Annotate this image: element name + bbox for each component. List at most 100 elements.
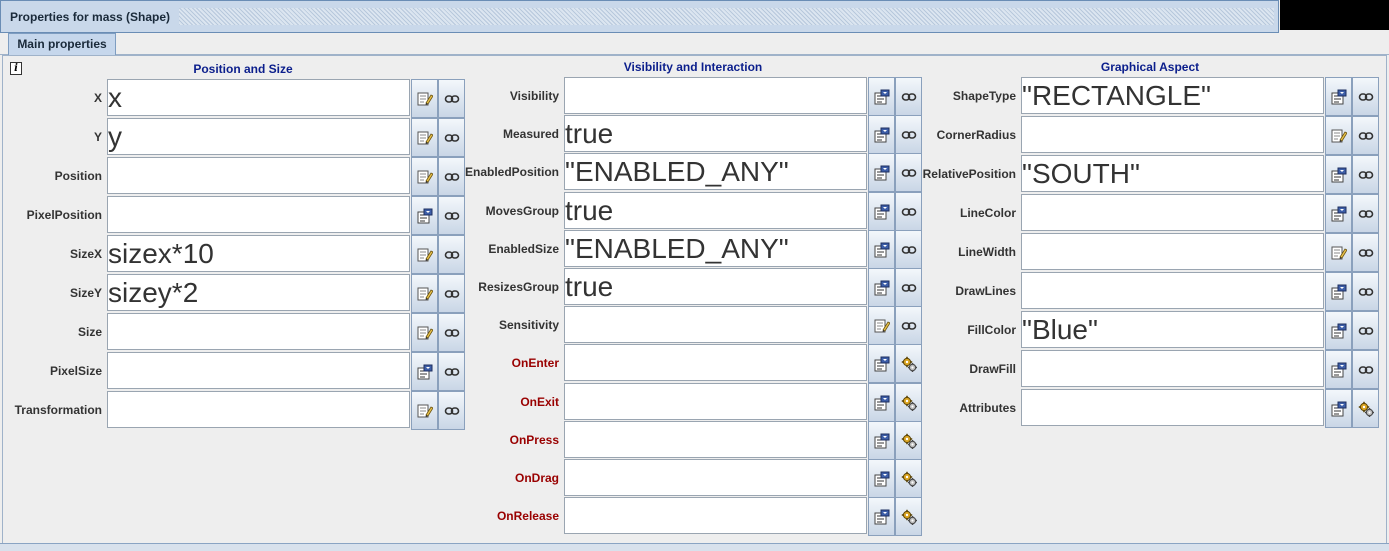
title-bar[interactable]: Properties for mass (Shape): [0, 0, 1279, 33]
property-field-ondrag[interactable]: [564, 459, 867, 496]
position-link-button[interactable]: [438, 157, 465, 196]
property-field-movesgroup[interactable]: true: [564, 192, 867, 229]
property-field-position[interactable]: [107, 157, 410, 194]
onpress-edit-button[interactable]: [868, 421, 895, 460]
onrelease-action-button[interactable]: [895, 497, 922, 536]
linewidth-link-button[interactable]: [1352, 233, 1379, 272]
onexit-edit-button[interactable]: [868, 383, 895, 422]
property-field-onenter[interactable]: [564, 344, 867, 381]
property-field-x[interactable]: x: [107, 79, 410, 116]
shapetype-edit-button[interactable]: [1325, 77, 1352, 116]
property-field-enabledposition[interactable]: "ENABLED_ANY": [564, 153, 867, 190]
property-field-sizey[interactable]: sizey*2: [107, 274, 410, 311]
drawfill-link-button[interactable]: [1352, 350, 1379, 389]
y-link-button[interactable]: [438, 118, 465, 157]
property-field-onrelease[interactable]: [564, 497, 867, 534]
transformation-link-button[interactable]: [438, 391, 465, 430]
bottom-border: [0, 543, 1389, 551]
visibility-link-button[interactable]: [895, 77, 922, 116]
transformation-edit-button[interactable]: [411, 391, 438, 430]
cornerradius-link-button[interactable]: [1352, 116, 1379, 155]
pixelsize-edit-button[interactable]: [411, 352, 438, 391]
relativeposition-edit-button[interactable]: [1325, 155, 1352, 194]
property-field-measured[interactable]: true: [564, 115, 867, 152]
enabledposition-edit-button[interactable]: [868, 153, 895, 192]
linecolor-link-button[interactable]: [1352, 194, 1379, 233]
onexit-action-button[interactable]: [895, 383, 922, 422]
property-field-fillcolor[interactable]: "Blue": [1021, 311, 1324, 348]
property-field-enabledsize[interactable]: "ENABLED_ANY": [564, 230, 867, 267]
sizey-edit-button[interactable]: [411, 274, 438, 313]
property-field-attributes[interactable]: [1021, 389, 1324, 426]
shapetype-link-button[interactable]: [1352, 77, 1379, 116]
property-field-pixelsize[interactable]: [107, 352, 410, 389]
property-field-onexit[interactable]: [564, 383, 867, 420]
onrelease-edit-button[interactable]: [868, 497, 895, 536]
property-field-transformation[interactable]: [107, 391, 410, 428]
sizey-link-button[interactable]: [438, 274, 465, 313]
visibility-edit-button[interactable]: [868, 77, 895, 116]
cornerradius-edit-button[interactable]: [1325, 116, 1352, 155]
property-field-linecolor[interactable]: [1021, 194, 1324, 231]
size-link-button[interactable]: [438, 313, 465, 352]
property-field-drawfill[interactable]: [1021, 350, 1324, 387]
y-edit-button[interactable]: [411, 118, 438, 157]
property-field-resizesgroup[interactable]: true: [564, 268, 867, 305]
onpress-action-button[interactable]: [895, 421, 922, 460]
x-link-button[interactable]: [438, 79, 465, 118]
property-label-pixelposition: PixelPosition: [26, 208, 102, 222]
property-label-ondrag: OnDrag: [514, 471, 559, 485]
tab-strip: [0, 33, 1389, 55]
linewidth-edit-button[interactable]: [1325, 233, 1352, 272]
resizesgroup-edit-button[interactable]: [868, 268, 895, 307]
relativeposition-link-button[interactable]: [1352, 155, 1379, 194]
property-field-pixelposition[interactable]: [107, 196, 410, 233]
property-field-sizex[interactable]: sizex*10: [107, 235, 410, 272]
property-field-size[interactable]: [107, 313, 410, 350]
property-field-cornerradius[interactable]: [1021, 116, 1324, 153]
drawlines-link-button[interactable]: [1352, 272, 1379, 311]
fillcolor-link-button[interactable]: [1352, 311, 1379, 350]
attributes-action-button[interactable]: [1352, 389, 1379, 428]
property-field-visibility[interactable]: [564, 77, 867, 114]
onenter-edit-button[interactable]: [868, 344, 895, 383]
info-icon[interactable]: i: [10, 62, 22, 75]
enabledsize-edit-button[interactable]: [868, 230, 895, 269]
movesgroup-link-button[interactable]: [895, 192, 922, 231]
property-field-relativeposition[interactable]: "SOUTH": [1021, 155, 1324, 192]
property-label-measured: Measured: [502, 127, 559, 141]
property-field-y[interactable]: y: [107, 118, 410, 155]
pixelposition-link-button[interactable]: [438, 196, 465, 235]
property-field-onpress[interactable]: [564, 421, 867, 458]
attributes-edit-button[interactable]: [1325, 389, 1352, 428]
sensitivity-edit-button[interactable]: [868, 306, 895, 345]
measured-link-button[interactable]: [895, 115, 922, 154]
property-field-drawlines[interactable]: [1021, 272, 1324, 309]
property-field-linewidth[interactable]: [1021, 233, 1324, 270]
property-label-onpress: OnPress: [509, 433, 559, 447]
drawlines-edit-button[interactable]: [1325, 272, 1352, 311]
ondrag-edit-button[interactable]: [868, 459, 895, 498]
sensitivity-link-button[interactable]: [895, 306, 922, 345]
enabledsize-link-button[interactable]: [895, 230, 922, 269]
onenter-action-button[interactable]: [895, 344, 922, 383]
property-field-shapetype[interactable]: "RECTANGLE": [1021, 77, 1324, 114]
pixelsize-link-button[interactable]: [438, 352, 465, 391]
enabledposition-link-button[interactable]: [895, 153, 922, 192]
tab-main-properties[interactable]: Main properties: [8, 33, 116, 55]
pixelposition-edit-button[interactable]: [411, 196, 438, 235]
measured-edit-button[interactable]: [868, 115, 895, 154]
linecolor-edit-button[interactable]: [1325, 194, 1352, 233]
resizesgroup-link-button[interactable]: [895, 268, 922, 307]
ondrag-action-button[interactable]: [895, 459, 922, 498]
drawfill-edit-button[interactable]: [1325, 350, 1352, 389]
property-label-position: Position: [54, 169, 102, 183]
size-edit-button[interactable]: [411, 313, 438, 352]
property-field-sensitivity[interactable]: [564, 306, 867, 343]
x-edit-button[interactable]: [411, 79, 438, 118]
fillcolor-edit-button[interactable]: [1325, 311, 1352, 350]
sizex-link-button[interactable]: [438, 235, 465, 274]
sizex-edit-button[interactable]: [411, 235, 438, 274]
movesgroup-edit-button[interactable]: [868, 192, 895, 231]
position-edit-button[interactable]: [411, 157, 438, 196]
